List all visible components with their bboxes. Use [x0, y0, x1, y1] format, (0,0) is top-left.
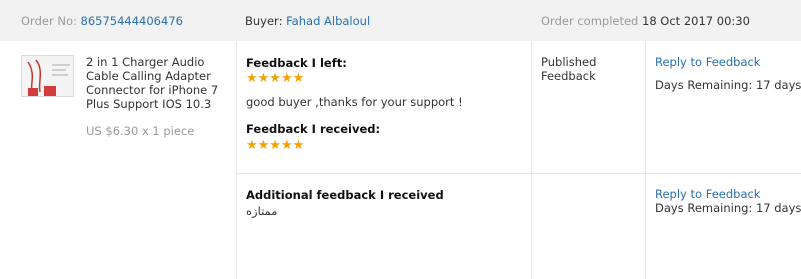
order-number-label: Order No: [21, 14, 77, 28]
product-title[interactable]: 2 in 1 Charger Audio Cable Calling Adapt… [86, 55, 234, 111]
feedback-status: Published Feedback [541, 55, 596, 83]
reply-to-feedback-link[interactable]: Reply to Feedback [655, 55, 760, 69]
product-price: US $6.30 x 1 piece [86, 124, 195, 138]
buyer: Buyer: Fahad Albaloul [245, 14, 370, 28]
order-status-date: 18 Oct 2017 00:30 [642, 14, 750, 28]
feedback-status-line-1: Published [541, 55, 597, 69]
reply-to-additional-feedback-link[interactable]: Reply to Feedback [655, 187, 760, 201]
order-status: Order completed 18 Oct 2017 00:30 [541, 14, 750, 28]
days-remaining: Days Remaining: 17 days [655, 201, 801, 215]
additional-feedback-label: Additional feedback I received [246, 188, 444, 202]
feedback-received-label: Feedback I received: [246, 122, 381, 136]
buyer-label: Buyer: [245, 14, 283, 28]
feedback-received-star-rating: ★★★★★ [246, 138, 305, 153]
additional-feedback-comment: ممتازه [246, 204, 278, 218]
column-divider [236, 41, 237, 279]
buyer-link[interactable]: Fahad Albaloul [286, 14, 370, 28]
column-divider [645, 41, 646, 279]
feedback-left-star-rating: ★★★★★ [246, 71, 305, 86]
feedback-status-line-2: Feedback [541, 69, 596, 83]
product-thumbnail[interactable] [21, 55, 74, 97]
order-header: Order No: 86575444406476 Buyer: Fahad Al… [0, 0, 801, 41]
order-number: Order No: 86575444406476 [21, 14, 183, 28]
feedback-left-label: Feedback I left: [246, 56, 347, 70]
column-divider [531, 41, 532, 279]
product-image-icon [22, 56, 73, 96]
order-status-label: Order completed [541, 14, 639, 28]
days-remaining: Days Remaining: 17 days [655, 78, 801, 92]
row-divider [236, 173, 801, 174]
feedback-left-comment: good buyer ,thanks for your support ! [246, 95, 463, 109]
order-number-link[interactable]: 86575444406476 [81, 14, 183, 28]
